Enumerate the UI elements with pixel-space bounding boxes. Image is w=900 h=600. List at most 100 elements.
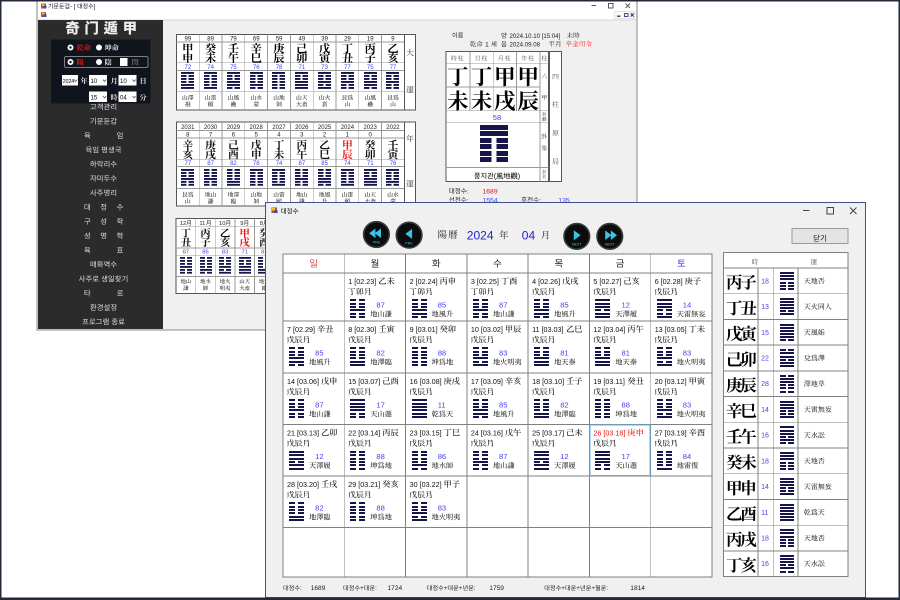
svg-text:13: 13 bbox=[761, 304, 769, 311]
svg-text:9 [03.01]: 9 [03.01] bbox=[410, 325, 438, 334]
svg-text:PRE: PRE bbox=[373, 241, 381, 245]
svg-text:87: 87 bbox=[183, 250, 189, 256]
svg-text:04: 04 bbox=[522, 229, 536, 243]
svg-text:86: 86 bbox=[202, 250, 208, 256]
svg-text:10: 10 bbox=[91, 79, 98, 85]
svg-text:11: 11 bbox=[438, 401, 446, 410]
svg-text:2031: 2031 bbox=[181, 125, 195, 131]
svg-text:11: 11 bbox=[199, 221, 205, 227]
svg-text:12: 12 bbox=[560, 452, 568, 461]
svg-text:76: 76 bbox=[253, 65, 260, 71]
svg-text:1: 1 bbox=[485, 41, 489, 48]
svg-text:77: 77 bbox=[344, 65, 351, 71]
svg-text:85: 85 bbox=[438, 301, 446, 310]
svg-text:14 [03.06]: 14 [03.06] bbox=[287, 377, 319, 386]
svg-text:2024: 2024 bbox=[341, 125, 355, 131]
svg-text:82: 82 bbox=[560, 401, 568, 410]
svg-text:82: 82 bbox=[376, 349, 384, 358]
svg-text:2026: 2026 bbox=[295, 125, 309, 131]
svg-text:72: 72 bbox=[185, 65, 192, 71]
svg-text:83: 83 bbox=[438, 504, 446, 513]
svg-text:1814: 1814 bbox=[630, 585, 645, 592]
svg-text:74: 74 bbox=[344, 161, 351, 167]
svg-text:2029: 2029 bbox=[227, 125, 241, 131]
svg-text:NEXT: NEXT bbox=[572, 243, 583, 247]
svg-text:75: 75 bbox=[230, 65, 237, 71]
svg-text:+: + bbox=[591, 585, 595, 592]
svg-text:85: 85 bbox=[499, 401, 507, 410]
svg-text:88: 88 bbox=[376, 452, 384, 461]
svg-text:75: 75 bbox=[367, 65, 374, 71]
svg-text:2023: 2023 bbox=[364, 125, 378, 131]
svg-text:16: 16 bbox=[761, 561, 769, 568]
svg-text:1724: 1724 bbox=[388, 585, 403, 592]
svg-text:82: 82 bbox=[315, 504, 323, 513]
svg-text:88: 88 bbox=[376, 504, 384, 513]
svg-text:15: 15 bbox=[761, 330, 769, 337]
svg-text:73: 73 bbox=[321, 65, 328, 71]
svg-text:87: 87 bbox=[499, 301, 507, 310]
svg-text:24 [03.16]: 24 [03.16] bbox=[471, 429, 503, 438]
svg-text:85: 85 bbox=[321, 161, 328, 167]
svg-text:82: 82 bbox=[230, 161, 237, 167]
svg-text:81: 81 bbox=[622, 349, 630, 358]
svg-text::: : bbox=[300, 585, 302, 592]
svg-text:28 [03.20]: 28 [03.20] bbox=[287, 480, 319, 489]
svg-text:1 [02.23]: 1 [02.23] bbox=[348, 277, 376, 286]
svg-text:2030: 2030 bbox=[204, 125, 218, 131]
svg-text:84: 84 bbox=[683, 452, 691, 461]
svg-text:69: 69 bbox=[253, 37, 260, 43]
svg-text:88: 88 bbox=[622, 401, 630, 410]
svg-text:83: 83 bbox=[499, 349, 507, 358]
svg-text:+: + bbox=[459, 585, 463, 592]
svg-text:12: 12 bbox=[180, 221, 186, 227]
svg-text:77: 77 bbox=[390, 65, 397, 71]
svg-text:10: 10 bbox=[120, 79, 127, 85]
svg-text:11: 11 bbox=[761, 510, 768, 517]
svg-text:3 [02.25]: 3 [02.25] bbox=[471, 277, 499, 286]
svg-text:5 [02.27]: 5 [02.27] bbox=[593, 277, 621, 286]
svg-text:29 [03.21]: 29 [03.21] bbox=[348, 480, 380, 489]
svg-text:15 [03.07]: 15 [03.07] bbox=[348, 377, 380, 386]
svg-text:9: 9 bbox=[240, 221, 243, 227]
svg-text:58: 58 bbox=[493, 113, 501, 122]
svg-text:81: 81 bbox=[560, 349, 568, 358]
svg-text:20 [03.12]: 20 [03.12] bbox=[655, 377, 687, 386]
svg-text:87: 87 bbox=[315, 401, 323, 410]
svg-text:59: 59 bbox=[276, 37, 283, 43]
svg-text:2028: 2028 bbox=[250, 125, 264, 131]
svg-text:22 [03.14]: 22 [03.14] bbox=[348, 429, 380, 438]
svg-text:29: 29 bbox=[344, 37, 351, 43]
svg-text:10 [03.02]: 10 [03.02] bbox=[471, 325, 503, 334]
svg-text:78: 78 bbox=[276, 65, 283, 71]
svg-text:49: 49 bbox=[299, 37, 306, 43]
svg-text:19: 19 bbox=[367, 37, 374, 43]
svg-text:85: 85 bbox=[560, 301, 568, 310]
svg-text:25 [03.17]: 25 [03.17] bbox=[532, 429, 564, 438]
svg-text:- [: - [ bbox=[70, 4, 76, 10]
svg-text:2022: 2022 bbox=[386, 125, 400, 131]
svg-text::: : bbox=[606, 585, 608, 592]
svg-text:2024.09.08: 2024.09.08 bbox=[510, 41, 541, 48]
svg-text:1689: 1689 bbox=[311, 585, 326, 592]
svg-text:71: 71 bbox=[367, 161, 374, 167]
svg-text:PRE: PRE bbox=[405, 241, 413, 245]
svg-text:83: 83 bbox=[683, 401, 691, 410]
svg-text:2024: 2024 bbox=[467, 229, 494, 243]
svg-text::: : bbox=[375, 585, 377, 592]
svg-text:87: 87 bbox=[376, 301, 384, 310]
svg-text:13 [03.05]: 13 [03.05] bbox=[655, 325, 687, 334]
svg-text:18: 18 bbox=[761, 458, 769, 465]
svg-text:6 [02.28]: 6 [02.28] bbox=[655, 277, 683, 286]
svg-text:2025: 2025 bbox=[318, 125, 332, 131]
svg-text:99: 99 bbox=[185, 37, 192, 43]
svg-text:8: 8 bbox=[260, 221, 263, 227]
svg-text:+: + bbox=[360, 585, 364, 592]
svg-text:71: 71 bbox=[299, 65, 306, 71]
svg-text:26 [03.18]: 26 [03.18] bbox=[593, 429, 625, 438]
svg-text:87: 87 bbox=[207, 161, 214, 167]
svg-text:1759: 1759 bbox=[489, 585, 504, 592]
svg-text:83: 83 bbox=[222, 250, 228, 256]
svg-text:18 [03.10]: 18 [03.10] bbox=[532, 377, 564, 386]
svg-text::: : bbox=[467, 188, 469, 195]
